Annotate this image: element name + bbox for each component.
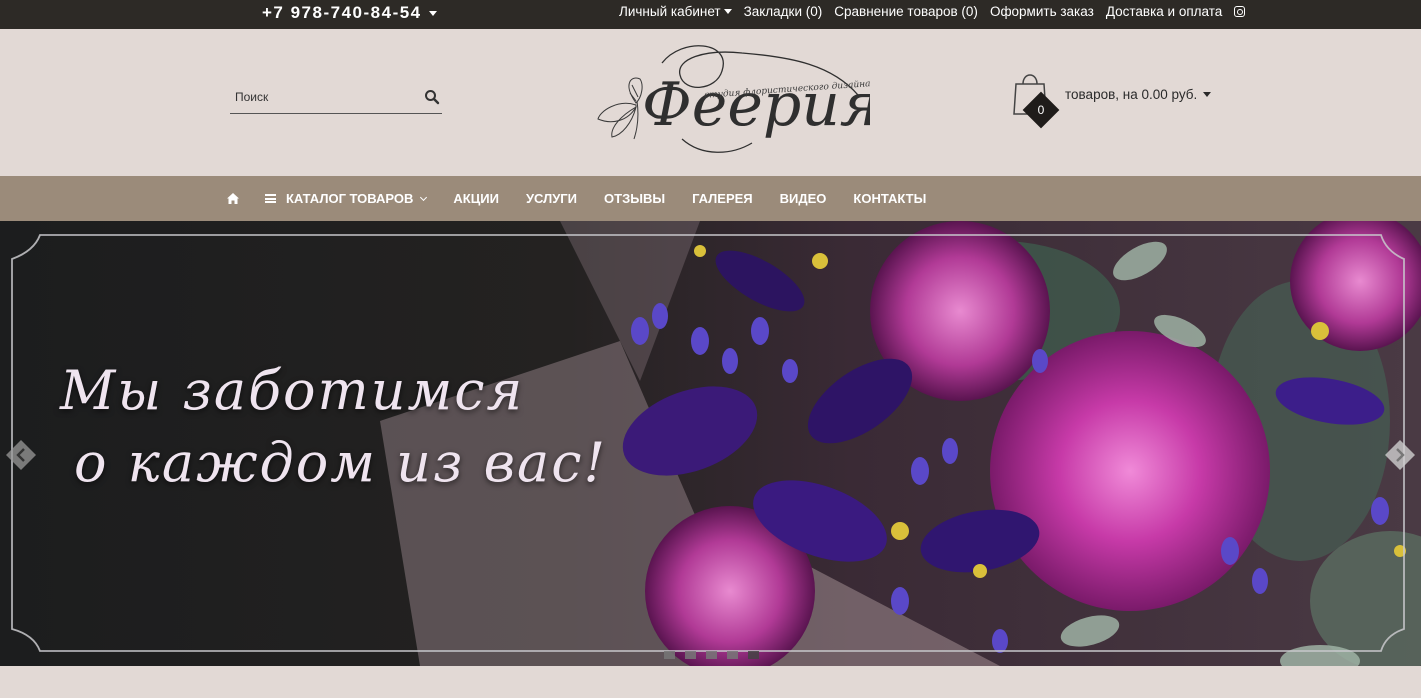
slider-dot[interactable] bbox=[727, 651, 738, 659]
slider-prev-arrow-icon[interactable] bbox=[4, 438, 38, 472]
main-nav: КАТАЛОГ ТОВАРОВ АКЦИИ УСЛУГИ ОТЗЫВЫ ГАЛЕ… bbox=[0, 176, 1421, 221]
cart-summary-text: товаров, на 0.00 руб. bbox=[1065, 87, 1198, 102]
nav-catalog[interactable]: КАТАЛОГ ТОВАРОВ bbox=[265, 191, 428, 206]
instagram-icon[interactable] bbox=[1234, 5, 1246, 17]
search-icon[interactable] bbox=[422, 87, 442, 107]
nav-video[interactable]: ВИДЕО bbox=[780, 191, 827, 206]
slider-dot-active[interactable] bbox=[748, 651, 759, 659]
caret-down-icon bbox=[1203, 92, 1212, 97]
chevron-down-icon bbox=[420, 193, 428, 201]
search-box bbox=[230, 83, 442, 114]
nav-catalog-label: КАТАЛОГ ТОВАРОВ bbox=[286, 191, 414, 206]
butterfly-icon bbox=[597, 77, 643, 140]
slide-caption-line2: о каждом из вас! bbox=[74, 431, 608, 494]
search-input[interactable] bbox=[230, 83, 415, 111]
slider-pagination bbox=[664, 651, 759, 659]
nav-services[interactable]: УСЛУГИ bbox=[526, 191, 577, 206]
cart-count: 0 bbox=[1037, 103, 1045, 117]
nav-contacts[interactable]: КОНТАКТЫ bbox=[853, 191, 926, 206]
delivery-link[interactable]: Доставка и оплата bbox=[1106, 4, 1222, 19]
nav-promotions[interactable]: АКЦИИ bbox=[453, 191, 499, 206]
top-links: Личный кабинет Закладки (0) Сравнение то… bbox=[619, 2, 1246, 20]
nav-list: КАТАЛОГ ТОВАРОВ АКЦИИ УСЛУГИ ОТЗЫВЫ ГАЛЕ… bbox=[226, 176, 953, 221]
slider-next-arrow-icon[interactable] bbox=[1383, 438, 1417, 472]
slider-dot[interactable] bbox=[664, 651, 675, 659]
compare-link[interactable]: Сравнение товаров (0) bbox=[834, 4, 978, 19]
phone-number: +7 978-740-84-54 bbox=[262, 3, 422, 22]
nav-home[interactable] bbox=[226, 192, 240, 205]
logo-title: Феерия bbox=[642, 70, 870, 140]
phone-dropdown[interactable]: +7 978-740-84-54 bbox=[262, 3, 437, 23]
account-link[interactable]: Личный кабинет bbox=[619, 4, 732, 19]
account-link-label: Личный кабинет bbox=[619, 3, 721, 19]
slider-dot[interactable] bbox=[685, 651, 696, 659]
slide-caption: Мы заботимся о каждом из вас! bbox=[60, 355, 607, 499]
nav-reviews[interactable]: ОТЗЫВЫ bbox=[604, 191, 665, 206]
cart-summary[interactable]: товаров, на 0.00 руб. bbox=[1065, 87, 1212, 102]
bookmarks-link[interactable]: Закладки (0) bbox=[744, 4, 823, 19]
slider-dot[interactable] bbox=[706, 651, 717, 659]
slide-caption-line1: Мы заботимся bbox=[60, 359, 525, 422]
checkout-link[interactable]: Оформить заказ bbox=[990, 4, 1094, 19]
hero-slider: Мы заботимся о каждом из вас! bbox=[0, 221, 1421, 666]
menu-icon bbox=[265, 194, 276, 203]
caret-down-icon bbox=[723, 8, 732, 14]
caret-down-icon bbox=[428, 10, 437, 16]
home-icon bbox=[227, 193, 239, 204]
cart-widget[interactable]: 0 товаров, на 0.00 руб. bbox=[1008, 70, 1212, 129]
nav-gallery[interactable]: ГАЛЕРЕЯ bbox=[692, 191, 753, 206]
top-bar: +7 978-740-84-54 Личный кабинет Закладки… bbox=[0, 0, 1421, 29]
